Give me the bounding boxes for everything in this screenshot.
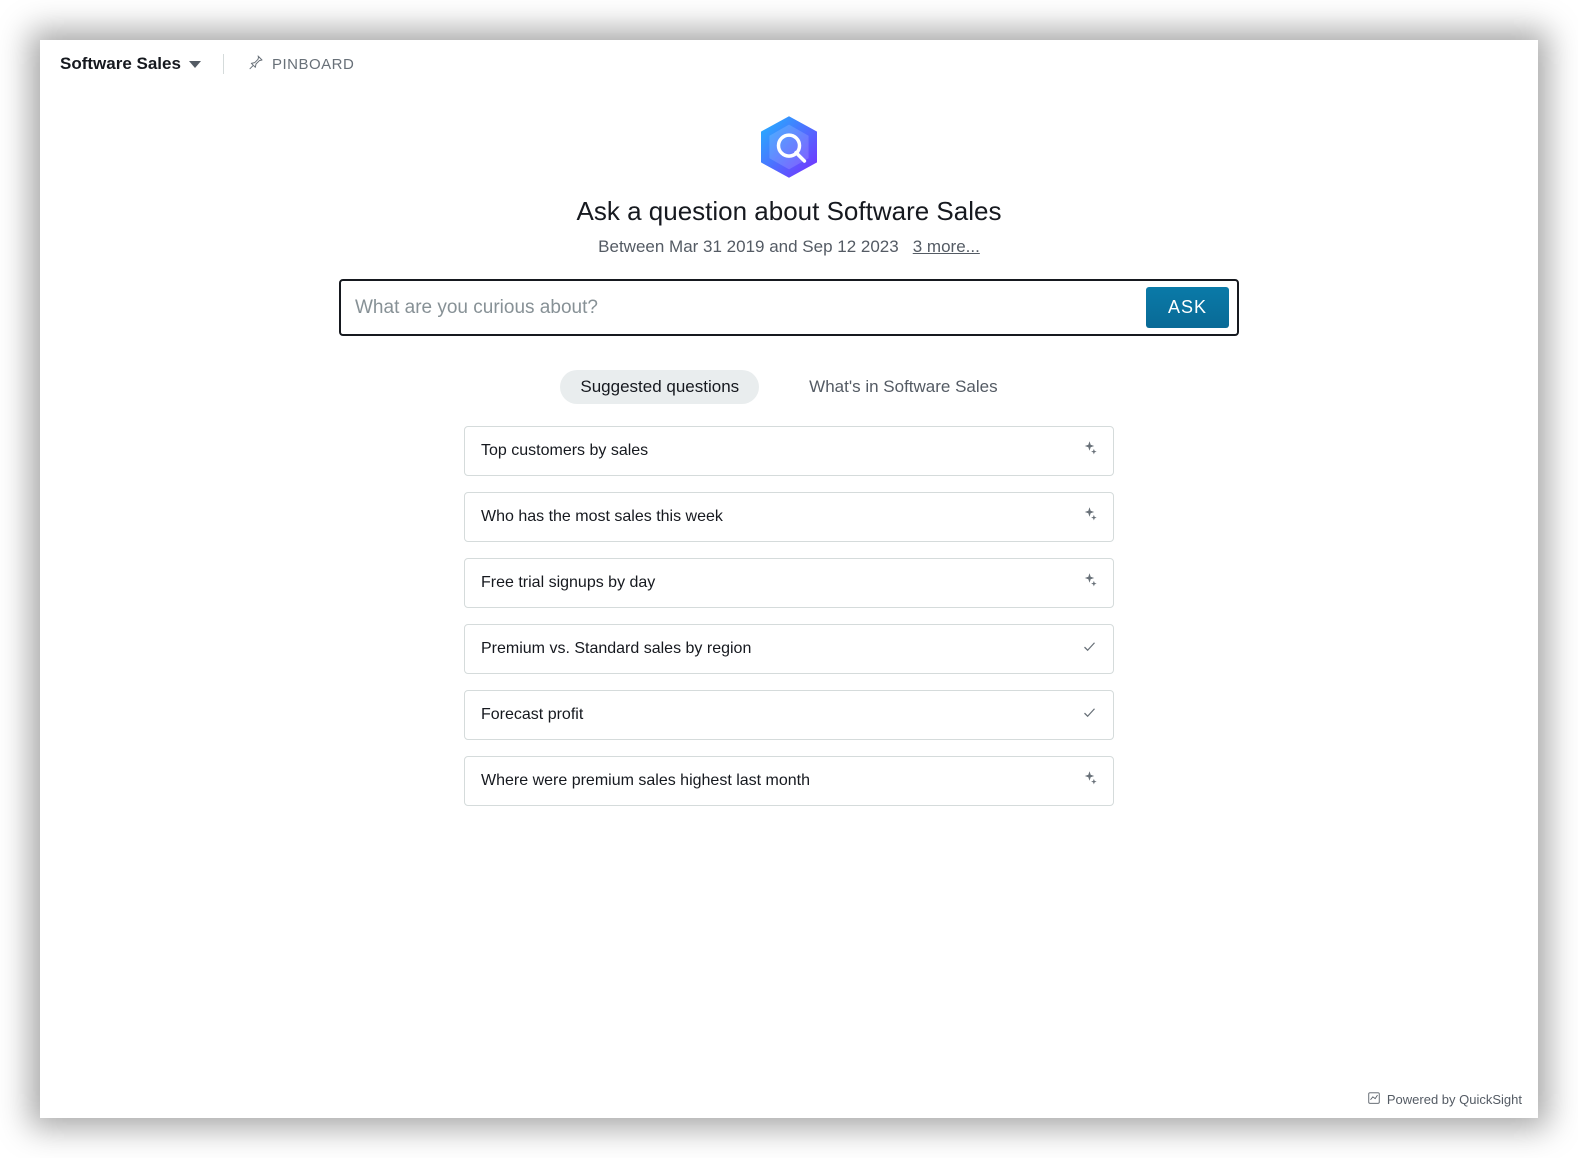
- sparkle-icon: [1082, 771, 1097, 791]
- ask-button[interactable]: ASK: [1146, 287, 1229, 328]
- quicksight-logo-icon: [754, 112, 824, 182]
- pin-icon: [248, 54, 264, 74]
- ask-bar: ASK: [339, 279, 1239, 336]
- suggestion-text: Who has the most sales this week: [481, 508, 723, 526]
- chart-icon: [1367, 1091, 1381, 1108]
- suggestion-item[interactable]: Forecast profit: [464, 690, 1114, 740]
- suggestion-item[interactable]: Where were premium sales highest last mo…: [464, 756, 1114, 806]
- suggestion-item[interactable]: Who has the most sales this week: [464, 492, 1114, 542]
- hero-subtitle: Between Mar 31 2019 and Sep 12 2023 3 mo…: [598, 237, 980, 257]
- suggestion-text: Top customers by sales: [481, 442, 648, 460]
- sparkle-icon: [1082, 507, 1097, 527]
- sparkle-icon: [1082, 441, 1097, 461]
- tab-whats-in[interactable]: What's in Software Sales: [789, 370, 1017, 404]
- suggestion-item[interactable]: Top customers by sales: [464, 426, 1114, 476]
- check-icon: [1082, 705, 1097, 725]
- pinboard-link[interactable]: PINBOARD: [244, 54, 354, 74]
- suggestion-text: Where were premium sales highest last mo…: [481, 772, 810, 790]
- hero-section: Ask a question about Software Sales Betw…: [40, 112, 1538, 806]
- date-range-text: Between Mar 31 2019 and Sep 12 2023: [598, 237, 899, 257]
- suggestion-text: Free trial signups by day: [481, 574, 655, 592]
- suggestion-text: Premium vs. Standard sales by region: [481, 640, 751, 658]
- topbar: Software Sales PINBOARD: [40, 40, 1538, 84]
- tabs: Suggested questions What's in Software S…: [560, 370, 1017, 404]
- topic-dropdown[interactable]: Software Sales: [60, 54, 224, 74]
- suggestions-list: Top customers by sales Who has the most …: [464, 426, 1114, 806]
- hero-title: Ask a question about Software Sales: [577, 196, 1002, 227]
- question-input[interactable]: [355, 289, 1136, 327]
- suggestion-item[interactable]: Premium vs. Standard sales by region: [464, 624, 1114, 674]
- topic-name: Software Sales: [60, 54, 181, 74]
- powered-by-footer: Powered by QuickSight: [1367, 1091, 1522, 1108]
- app-frame: Software Sales PINBOARD: [40, 40, 1538, 1118]
- suggestion-text: Forecast profit: [481, 706, 583, 724]
- tab-suggested-questions[interactable]: Suggested questions: [560, 370, 759, 404]
- suggestion-item[interactable]: Free trial signups by day: [464, 558, 1114, 608]
- chevron-down-icon: [189, 61, 201, 68]
- check-icon: [1082, 639, 1097, 659]
- footer-text: Powered by QuickSight: [1387, 1092, 1522, 1107]
- sparkle-icon: [1082, 573, 1097, 593]
- pinboard-label: PINBOARD: [272, 56, 354, 73]
- more-filters-link[interactable]: 3 more...: [913, 237, 980, 257]
